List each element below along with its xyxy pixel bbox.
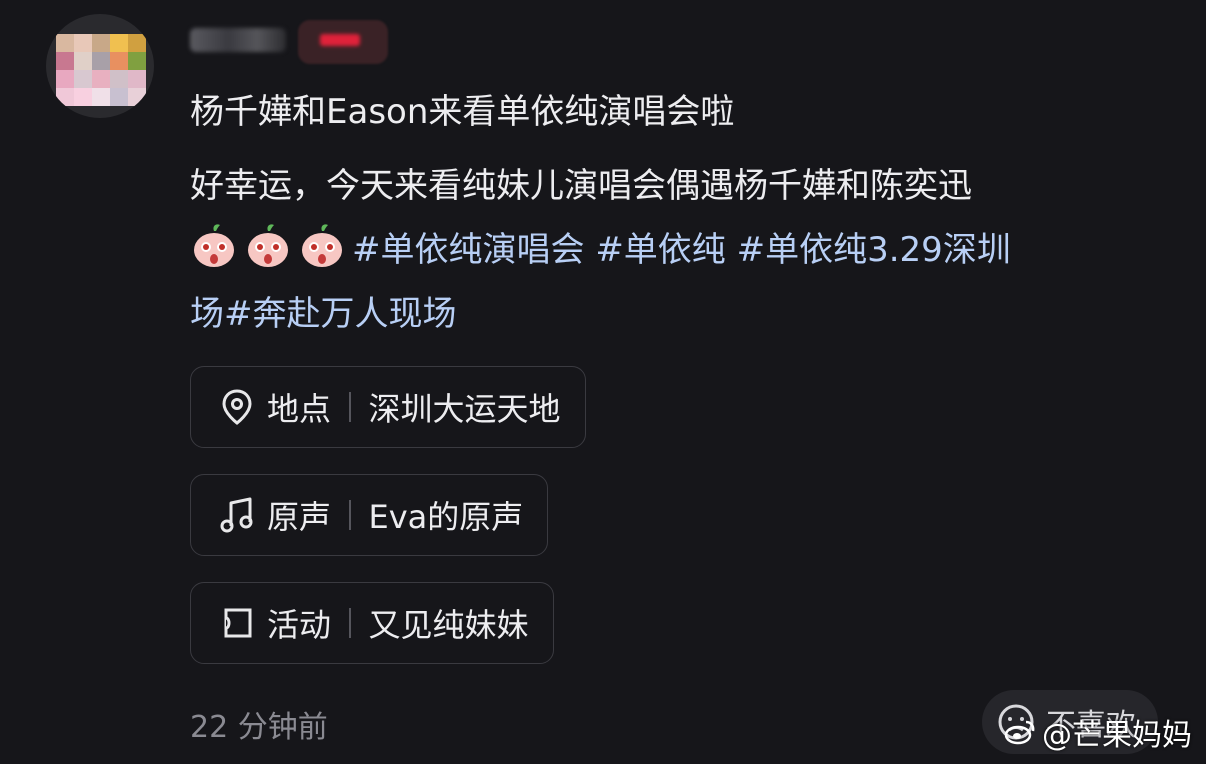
activity-chip[interactable]: 活动 又见纯妹妹 [190,582,554,664]
hashtag-link[interactable]: #单依纯3.29深圳 [737,230,1011,270]
watermark-text: @芒果妈妈 [1042,718,1192,753]
divider [349,392,351,422]
username-redacted [190,28,286,52]
chip-key: 地点 [267,390,332,428]
post-timestamp: 22 分钟前 [190,710,328,745]
username-blurred[interactable] [190,20,390,64]
music-note-icon [217,495,257,535]
peach-shocked-emoji-icon [194,224,234,267]
location-chip[interactable]: 地点 深圳大运天地 [190,366,586,448]
peach-shocked-emoji-icon [248,224,288,267]
hashtag-link[interactable]: #单依纯演唱会 [352,230,585,270]
post-title: 杨千嬅和Eason来看单依纯演唱会啦 [190,92,735,132]
chip-value: Eva的原声 [368,498,524,536]
chip-key: 原声 [267,498,332,536]
location-pin-icon [217,387,257,427]
avatar[interactable] [46,14,154,118]
post-body: 好幸运，今天来看纯妹儿演唱会偶遇杨千嬅和陈奕迅 #单依纯演唱会 #单依纯 #单依… [190,154,1170,346]
watermark: @芒果妈妈 [1004,710,1192,754]
divider [349,608,351,638]
divider [349,500,351,530]
chip-value: 又见纯妹妹 [368,606,529,644]
sound-chip[interactable]: 原声 Eva的原声 [190,474,549,556]
post-hashtag-line: 场#奔赴万人现场 [190,282,1170,346]
hashtag-link[interactable]: #单依纯 [595,230,726,270]
activity-icon [217,603,257,643]
chip-value: 深圳大运天地 [368,390,561,428]
post-text-line: 好幸运，今天来看纯妹儿演唱会偶遇杨千嬅和陈奕迅 [190,166,972,206]
user-badge-redacted [298,20,388,64]
peach-shocked-emoji-icon [302,224,342,267]
hashtag-link[interactable]: 场#奔赴万人现场 [190,294,457,334]
post-hashtag-line: #单依纯演唱会 #单依纯 #单依纯3.29深圳 [190,218,1170,282]
weibo-icon [1004,720,1035,745]
chip-key: 活动 [267,606,332,644]
